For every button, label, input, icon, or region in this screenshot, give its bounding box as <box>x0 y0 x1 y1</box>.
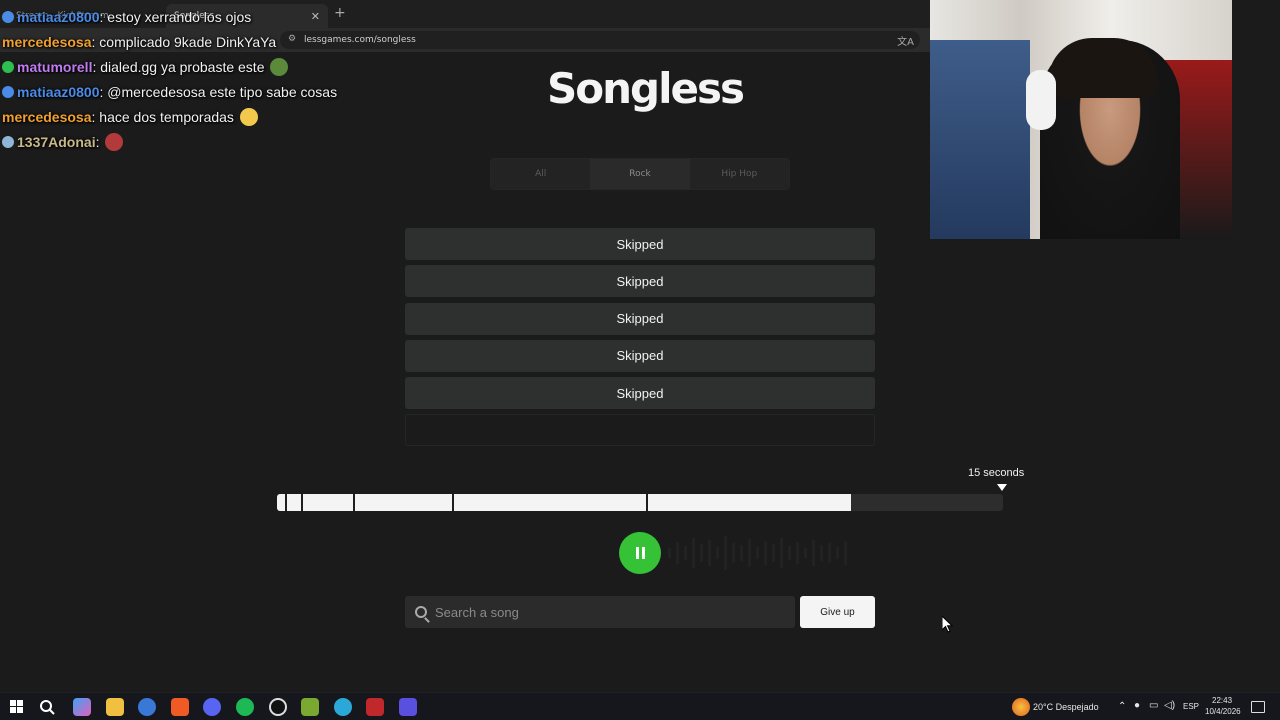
windows-taskbar: 20°C Despejado ⌃ ● ▭ ◁) ESP 22:43 10/4/2… <box>0 692 1280 720</box>
chat-username: matiaaz0800 <box>17 8 100 25</box>
streaming-app-icon[interactable] <box>399 698 417 716</box>
chat-username: mercedesosa <box>2 33 92 50</box>
video-editor-icon[interactable] <box>366 698 384 716</box>
progress-segment-divider <box>284 494 287 511</box>
tab-rock[interactable]: Rock <box>590 159 690 189</box>
audio-waveform <box>668 528 868 578</box>
progress-segment-divider <box>645 494 648 511</box>
search-icon <box>415 606 427 618</box>
brave-browser-icon[interactable] <box>171 698 189 716</box>
song-search-field[interactable] <box>405 596 795 628</box>
guess-row: Skipped <box>405 302 875 335</box>
snippet-progress-bar[interactable] <box>277 494 1003 511</box>
guitar-emote-icon <box>105 132 124 151</box>
pause-button[interactable] <box>619 532 661 574</box>
discord-icon[interactable] <box>203 698 221 716</box>
guess-list: Skipped Skipped Skipped Skipped Skipped <box>405 228 875 452</box>
chat-message: matiaaz0800 : estoy xerrando los ojos <box>2 4 342 29</box>
give-up-button[interactable]: Give up <box>800 596 875 628</box>
guess-row-empty <box>405 414 875 447</box>
screen: Stream - KickStream Songless ✕ + ⚙ lessg… <box>0 0 1280 720</box>
ccleaner-icon[interactable] <box>334 698 352 716</box>
weather-text[interactable]: 20°C Despejado <box>1033 702 1099 712</box>
file-explorer-icon[interactable] <box>106 698 124 716</box>
clock-time[interactable]: 22:43 <box>1212 696 1232 705</box>
notifications-icon[interactable] <box>1251 701 1265 713</box>
chat-text: : estoy xerrando los ojos <box>99 8 252 25</box>
chat-message: 1337Adonai : <box>2 129 342 154</box>
pause-icon <box>641 547 645 559</box>
volume-icon[interactable]: ◁) <box>1164 700 1175 711</box>
pause-icon <box>635 547 639 559</box>
translate-icon[interactable]: 文A <box>897 33 914 48</box>
show-hidden-icons-chevron-icon[interactable]: ⌃ <box>1118 701 1126 712</box>
guess-row: Skipped <box>405 228 875 260</box>
chat-text: : <box>95 133 100 150</box>
tab-hip-hop[interactable]: Hip Hop <box>690 159 789 189</box>
language-indicator[interactable]: ESP <box>1183 702 1199 711</box>
timeline-label: 15 seconds <box>968 467 1025 479</box>
webcam-feed <box>930 0 1232 239</box>
microphone-icon[interactable]: ● <box>1134 700 1140 711</box>
chat-message: mercedesosa : complicado 9kade DinkYaYa <box>2 29 342 54</box>
guess-row: Skipped <box>405 339 875 372</box>
weather-icon[interactable] <box>1012 698 1030 716</box>
game-app-icon[interactable] <box>301 698 319 716</box>
progress-segment-divider <box>451 494 454 511</box>
chat-username: 1337Adonai <box>17 133 96 150</box>
copilot-icon[interactable] <box>73 698 91 716</box>
windows-start-icon[interactable] <box>8 698 26 716</box>
chat-text: : complicado 9kade DinkYaYa <box>91 33 277 50</box>
category-tabs: All Rock Hip Hop <box>490 158 790 190</box>
search-icon[interactable] <box>38 698 56 716</box>
subscriber-badge-icon <box>2 10 14 23</box>
guess-row: Skipped <box>405 377 875 410</box>
timeline-end-marker-icon <box>997 484 1007 491</box>
edge-browser-icon[interactable] <box>138 698 156 716</box>
address-bar[interactable]: ⚙ lessgames.com/songless 文A <box>280 31 920 49</box>
guess-row: Skipped <box>405 265 875 298</box>
songless-logo: Songless <box>547 64 745 113</box>
clock-date[interactable]: 10/4/2026 <box>1205 707 1241 716</box>
progress-segment-divider <box>300 494 303 511</box>
spotify-icon[interactable] <box>236 698 254 716</box>
progress-fill <box>277 494 851 511</box>
progress-segment-divider <box>353 494 356 511</box>
network-icon[interactable]: ▭ <box>1149 700 1158 711</box>
tab-all[interactable]: All <box>491 159 590 189</box>
obs-icon[interactable] <box>269 698 287 716</box>
search-input[interactable] <box>435 604 775 620</box>
moderator-badge-icon <box>2 135 14 148</box>
